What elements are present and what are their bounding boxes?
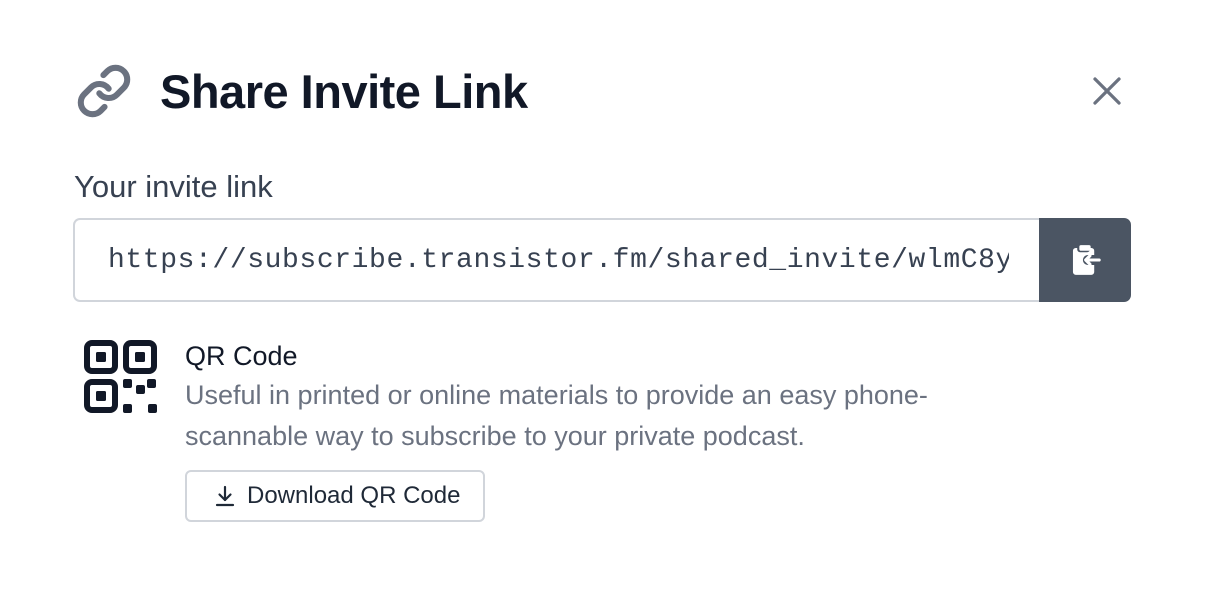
invite-link-label: Your invite link <box>74 169 273 204</box>
download-button-label: Download QR Code <box>247 482 461 509</box>
modal-title: Share Invite Link <box>160 64 528 118</box>
qr-description: Useful in printed or online materials to… <box>185 380 928 452</box>
modal-header: Share Invite Link <box>76 60 528 122</box>
close-button[interactable] <box>1086 70 1128 112</box>
share-invite-modal: Share Invite Link Your invite link https… <box>0 0 1205 594</box>
qr-code-section: QR Code Useful in printed or online mate… <box>84 340 1025 457</box>
invite-link-input[interactable] <box>73 218 1039 302</box>
close-icon <box>1093 77 1121 105</box>
qr-code-icon <box>84 340 157 413</box>
link-icon <box>76 63 132 119</box>
qr-title: QR Code <box>185 341 298 371</box>
download-icon <box>213 484 237 508</box>
copy-link-button[interactable] <box>1039 218 1131 302</box>
download-qr-code-button[interactable]: Download QR Code <box>185 470 486 522</box>
clipboard-copy-icon <box>1072 245 1101 275</box>
qr-text-block: QR Code Useful in printed or online mate… <box>185 340 1025 457</box>
invite-link-row <box>73 218 1131 302</box>
